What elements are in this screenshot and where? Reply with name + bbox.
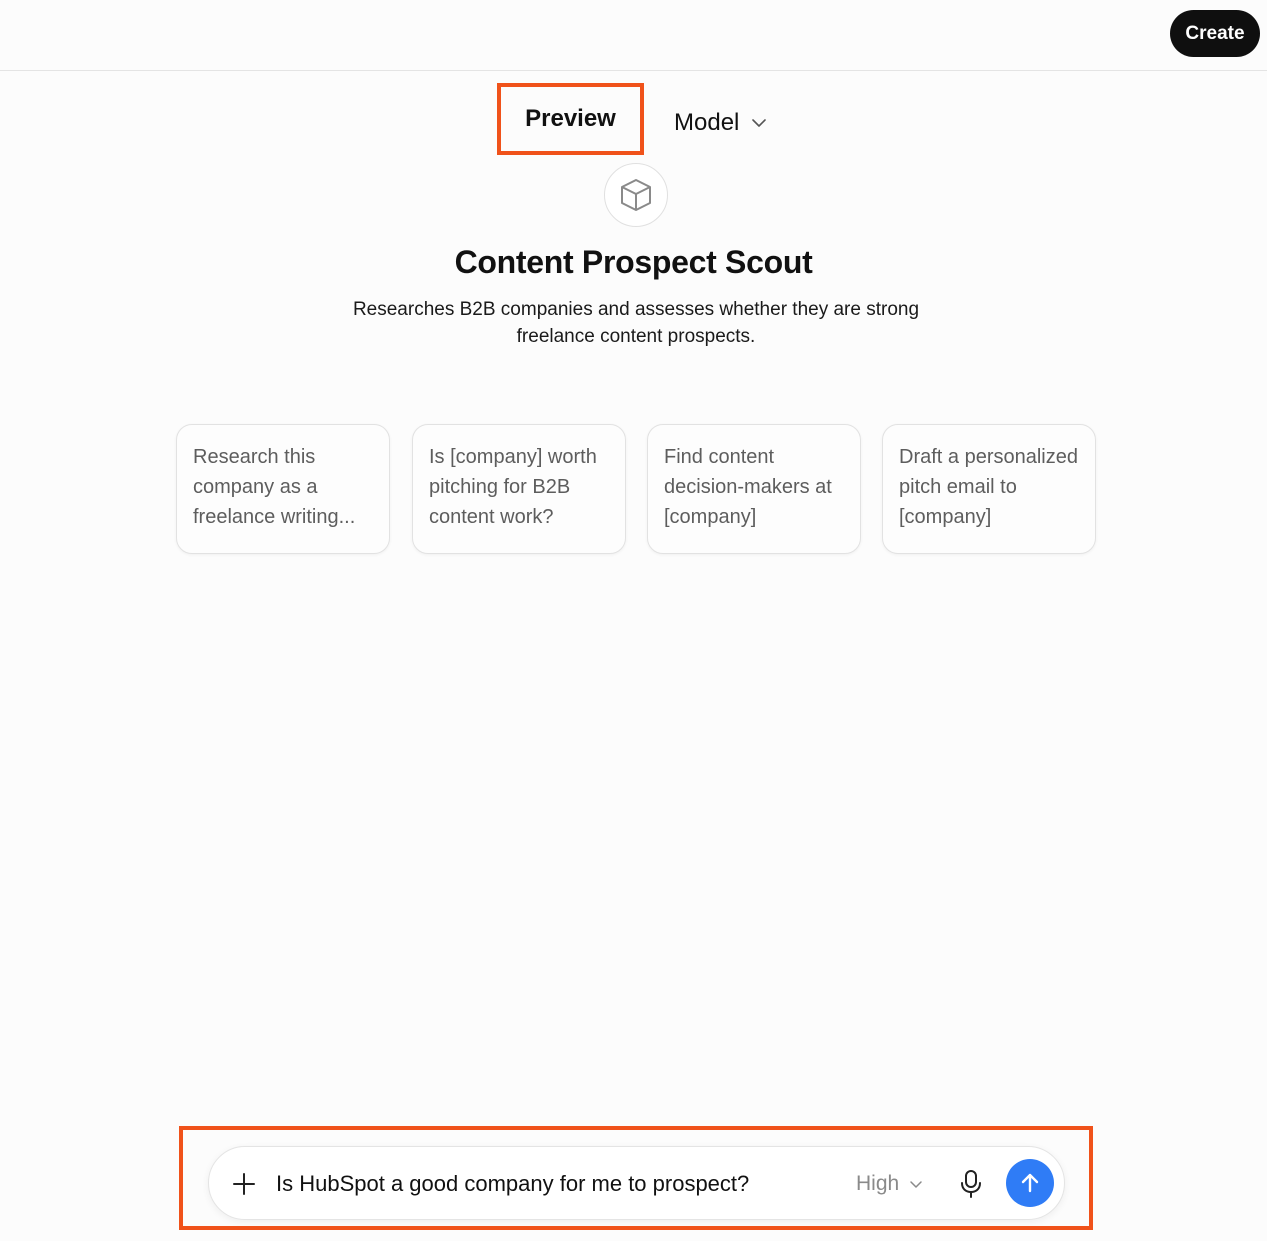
tab-model[interactable]: Model: [674, 104, 767, 142]
cube-icon: [621, 179, 651, 211]
suggestion-card[interactable]: Find content decision-makers at [company…: [647, 424, 861, 554]
assistant-avatar: [604, 163, 668, 227]
top-bar: Create: [0, 0, 1267, 71]
suggestion-card[interactable]: Draft a personalized pitch email to [com…: [882, 424, 1096, 554]
chevron-down-icon: [752, 119, 767, 127]
builder-preview-page: Create Preview Model Content Prospect Sc…: [0, 0, 1267, 1241]
assistant-description: Researches B2B companies and assesses wh…: [352, 299, 920, 347]
tab-preview[interactable]: Preview: [497, 83, 644, 155]
suggestion-card[interactable]: Research this company as a freelance wri…: [176, 424, 390, 554]
create-button[interactable]: Create: [1170, 10, 1260, 57]
suggestion-card[interactable]: Is [company] worth pitching for B2B cont…: [412, 424, 626, 554]
assistant-title: Content Prospect Scout: [454, 244, 813, 280]
composer-highlight-frame: [179, 1126, 1093, 1230]
tab-model-label: Model: [674, 109, 740, 136]
